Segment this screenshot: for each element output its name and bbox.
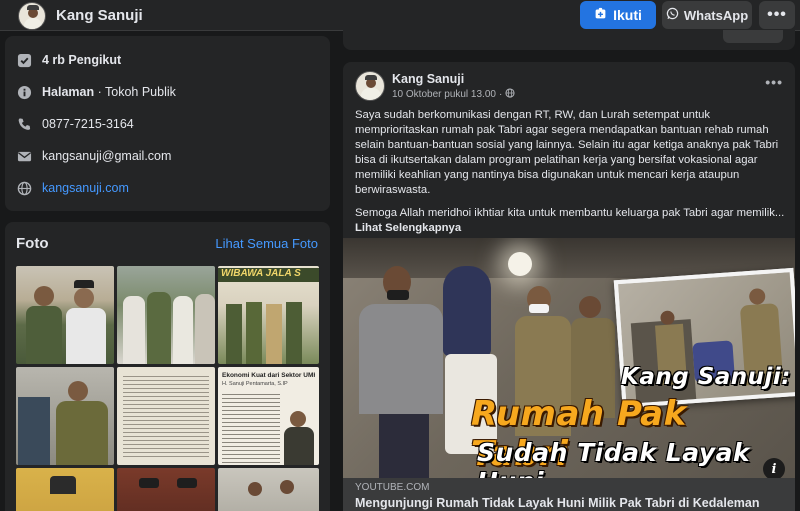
photo-banner-text: WIBAWA JALA S xyxy=(218,268,319,282)
email-row: kangsanuji@gmail.com xyxy=(16,146,171,166)
previous-post-footer xyxy=(343,30,795,50)
photo-thumbnail[interactable] xyxy=(16,468,114,511)
phone-number[interactable]: 0877-7215-3164 xyxy=(42,117,134,131)
photo-thumbnail[interactable] xyxy=(16,367,114,465)
photo-thumbnail[interactable] xyxy=(218,468,319,511)
follow-button[interactable]: Ikuti xyxy=(580,1,656,29)
more-options-button[interactable]: ••• xyxy=(759,1,795,29)
info-icon[interactable]: i xyxy=(763,458,785,478)
post-options-button[interactable]: ••• xyxy=(765,74,783,90)
photo-thumbnail[interactable] xyxy=(117,468,215,511)
follow-icon xyxy=(594,7,607,23)
follow-label: Ikuti xyxy=(613,7,642,23)
phone-icon xyxy=(16,116,32,132)
page-category-row: Halaman · Tokoh Publik xyxy=(16,82,176,102)
email-address[interactable]: kangsanuji@gmail.com xyxy=(42,149,171,163)
page-name[interactable]: Kang Sanuji xyxy=(56,7,143,24)
whatsapp-icon xyxy=(666,7,679,23)
photo-thumbnail[interactable]: Ekonomi Kuat dari Sektor UMKM H. Sanuji … xyxy=(218,367,319,465)
see-all-photos-link[interactable]: Lihat Semua Foto xyxy=(215,236,318,251)
globe-icon xyxy=(16,180,32,196)
photo-document-author: H. Sanuji Pentamarta, S.IP xyxy=(222,381,288,387)
followers-count: 4 rb Pengikut xyxy=(42,53,122,67)
profile-avatar[interactable] xyxy=(18,2,46,30)
followers-row: 4 rb Pengikut xyxy=(16,50,121,70)
website-row: kangsanuji.com xyxy=(16,178,129,198)
post-timestamp[interactable]: 10 Oktober pukul 13.00 · xyxy=(392,88,515,101)
whatsapp-button[interactable]: WhatsApp xyxy=(662,1,752,29)
link-title[interactable]: Mengunjungi Rumah Tidak Layak Huni Milik… xyxy=(355,496,759,510)
page-label: Halaman xyxy=(42,85,95,99)
more-dots-icon: ••• xyxy=(767,6,787,23)
photo-thumbnail[interactable]: WIBAWA JALA S xyxy=(218,266,319,364)
envelope-icon xyxy=(16,148,32,164)
check-square-icon xyxy=(16,52,32,68)
photos-card: Foto Lihat Semua Foto WIBAWA JALA S Ekon… xyxy=(5,222,330,511)
photo-document-title: Ekonomi Kuat dari Sektor UMKM xyxy=(222,372,315,379)
photos-title: Foto xyxy=(16,235,49,252)
post-author-name[interactable]: Kang Sanuji xyxy=(392,72,464,86)
see-more-link[interactable]: Lihat Selengkapnya xyxy=(355,222,461,234)
globe-icon xyxy=(505,88,515,101)
link-domain: YOUTUBE.COM xyxy=(355,482,430,493)
post-paragraph-2: Semoga Allah meridhoi ikhtiar kita untuk… xyxy=(355,206,785,236)
whatsapp-label: WhatsApp xyxy=(683,7,749,23)
post-author-avatar[interactable] xyxy=(355,71,385,101)
image-headline-3: Sudah Tidak Layak Huni xyxy=(477,438,751,478)
post-text: Saya sudah berkomunikasi dengan RT, RW, … xyxy=(355,108,785,244)
photo-thumbnail[interactable] xyxy=(117,367,215,465)
photo-thumbnail[interactable] xyxy=(16,266,114,364)
page-category: Tokoh Publik xyxy=(105,85,176,99)
previous-post-button[interactable] xyxy=(723,30,783,43)
website-link[interactable]: kangsanuji.com xyxy=(42,181,129,195)
post-card: Kang Sanuji 10 Oktober pukul 13.00 · •••… xyxy=(343,62,795,511)
info-icon xyxy=(16,84,32,100)
post-time-text: 10 Oktober pukul 13.00 xyxy=(392,89,496,100)
post-paragraph-2-text: Semoga Allah meridhoi ikhtiar kita untuk… xyxy=(355,207,785,219)
post-time-separator: · xyxy=(498,89,503,100)
link-preview-image[interactable]: Kang Sanuji: Rumah Pak Tabri Sudah Tidak… xyxy=(343,238,795,478)
phone-row: 0877-7215-3164 xyxy=(16,114,134,134)
link-preview-meta[interactable]: YOUTUBE.COM Mengunjungi Rumah Tidak Laya… xyxy=(343,478,795,511)
post-paragraph-1: Saya sudah berkomunikasi dengan RT, RW, … xyxy=(355,109,779,196)
intro-card: 4 rb Pengikut Halaman · Tokoh Publik 087… xyxy=(5,36,330,211)
page-header-bar: Kang Sanuji Ikuti WhatsApp ••• xyxy=(0,0,800,31)
photo-thumbnail[interactable] xyxy=(117,266,215,364)
image-headline-1: Kang Sanuji: xyxy=(621,364,791,390)
